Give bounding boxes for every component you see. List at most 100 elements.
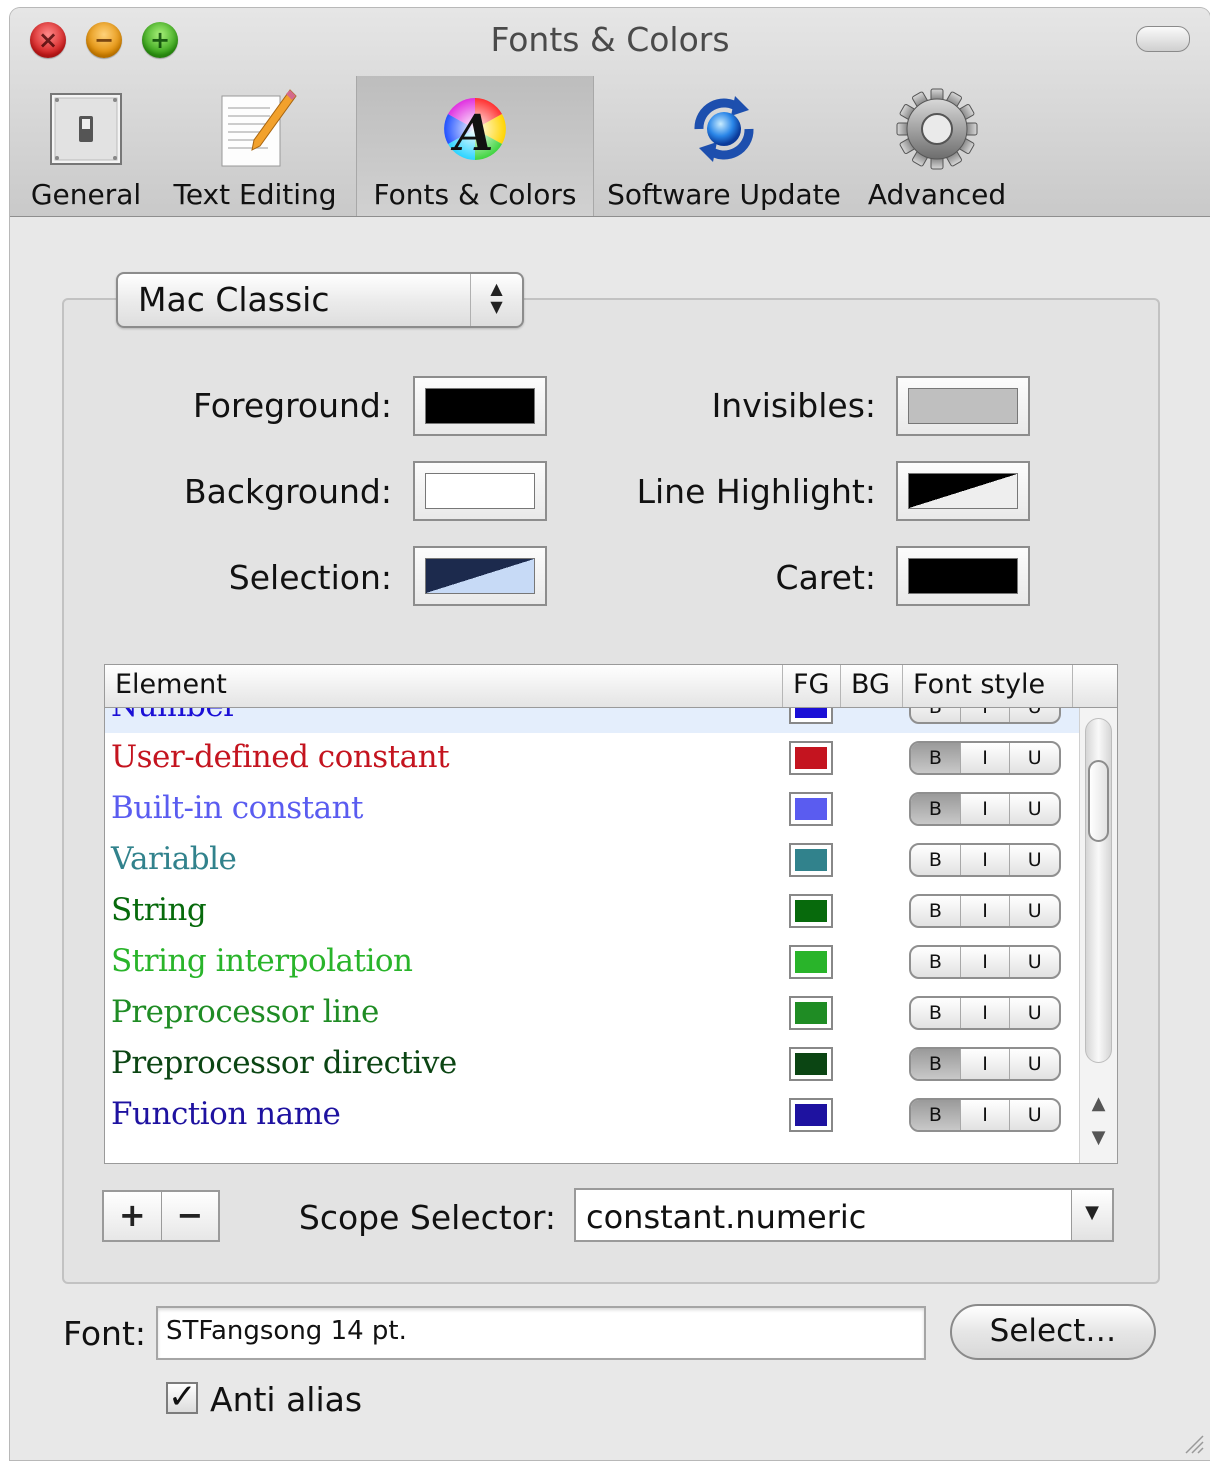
underline-toggle[interactable]: U <box>1010 845 1059 875</box>
table-row[interactable]: Number BIU <box>105 708 1079 733</box>
fg-color-well[interactable] <box>789 996 833 1030</box>
invisibles-color-well[interactable] <box>896 376 1030 436</box>
select-font-button[interactable]: Select… <box>950 1304 1156 1360</box>
table-row[interactable]: Preprocessor directive B I U <box>105 1039 1079 1090</box>
table-row[interactable]: Preprocessor line B I U <box>105 988 1079 1039</box>
italic-toggle[interactable]: I <box>961 708 1011 722</box>
font-field-value: STFangsong 14 pt. <box>166 1316 407 1346</box>
toolbar-label: General <box>30 178 142 211</box>
italic-toggle[interactable]: I <box>961 1100 1011 1130</box>
bold-toggle[interactable]: B <box>911 998 961 1028</box>
foreground-color-well[interactable] <box>413 376 547 436</box>
scope-selector-value[interactable]: constant.numeric <box>586 1198 866 1236</box>
italic-toggle[interactable]: I <box>961 845 1011 875</box>
italic-toggle[interactable]: I <box>961 947 1011 977</box>
underline-toggle[interactable]: U <box>1010 896 1059 926</box>
bold-toggle[interactable]: B <box>911 708 961 722</box>
underline-toggle[interactable]: U <box>1010 998 1059 1028</box>
scroll-thumb[interactable] <box>1088 760 1109 842</box>
table-row[interactable]: User-defined constant B I U <box>105 733 1079 784</box>
underline-toggle[interactable]: U <box>1010 708 1059 722</box>
anti-alias-label[interactable]: Anti alias <box>210 1380 362 1419</box>
scope-elements-table[interactable]: Element FG BG Font style NumberBIUUser-d… <box>104 664 1118 1164</box>
element-name: User-defined constant <box>111 739 450 775</box>
font-style-segmented-control: BIU <box>909 945 1061 979</box>
underline-toggle[interactable]: U <box>1010 794 1059 824</box>
element-name: Built-in constant <box>111 790 364 826</box>
bold-toggle[interactable]: B <box>911 896 961 926</box>
remove-scope-button[interactable]: − <box>162 1192 219 1240</box>
toolbar-label: Advanced <box>867 178 1007 211</box>
underline-toggle[interactable]: U <box>1010 947 1059 977</box>
table-row[interactable]: Built-in constant B I U <box>105 784 1079 835</box>
underline-toggle[interactable]: U <box>1010 1100 1059 1130</box>
toolbar-item-software-update[interactable]: Software Update <box>606 76 842 216</box>
table-row[interactable]: String interpolation B I U <box>105 937 1079 988</box>
font-field[interactable]: STFangsong 14 pt. <box>156 1306 926 1360</box>
scope-selector-combo[interactable]: constant.numeric ▼ <box>574 1188 1114 1242</box>
switch-icon <box>50 93 122 165</box>
title-bar: × − + Fonts & Colors General Text Editin… <box>10 8 1210 217</box>
toolbar-item-general[interactable]: General <box>26 76 146 216</box>
sync-globe-icon <box>694 96 754 162</box>
table-row[interactable]: String B I U <box>105 886 1079 937</box>
toolbar-item-fonts-colors[interactable]: A Fonts & Colors <box>356 76 594 216</box>
font-style-segmented-control: BIU <box>909 1098 1061 1132</box>
italic-toggle[interactable]: I <box>961 794 1011 824</box>
table-row[interactable]: Variable B I U <box>105 835 1079 886</box>
theme-popup-button[interactable]: Mac Classic ▲ ▼ <box>116 272 524 328</box>
table-row[interactable]: Function name B I U <box>105 1090 1079 1141</box>
line-highlight-swatch <box>908 473 1018 509</box>
toolbar-toggle-button[interactable] <box>1136 26 1190 52</box>
column-header-element[interactable]: Element <box>105 665 783 707</box>
bold-toggle[interactable]: B <box>911 845 961 875</box>
caret-color-well[interactable] <box>896 546 1030 606</box>
fg-color-well[interactable] <box>789 1098 833 1132</box>
scroll-up-arrow-icon[interactable]: ▲ <box>1080 1089 1117 1119</box>
fg-color-well[interactable] <box>789 708 833 724</box>
fg-color-well[interactable] <box>789 843 833 877</box>
bold-toggle[interactable]: B <box>911 947 961 977</box>
italic-toggle[interactable]: I <box>961 998 1011 1028</box>
toolbar-item-advanced[interactable]: Advanced <box>862 76 1012 216</box>
column-header-font-style[interactable]: Font style <box>903 665 1073 707</box>
element-name: String <box>111 892 207 928</box>
underline-toggle[interactable]: U <box>1010 1049 1059 1079</box>
bold-toggle[interactable]: B <box>911 1100 961 1130</box>
font-label: Font: <box>63 1314 146 1353</box>
invisibles-swatch <box>908 388 1018 424</box>
bold-toggle[interactable]: B <box>911 1049 961 1079</box>
background-color-well[interactable] <box>413 461 547 521</box>
invisibles-label: Invisibles: <box>711 386 876 425</box>
window-title: Fonts & Colors <box>490 20 730 59</box>
selection-label: Selection: <box>228 558 392 597</box>
bold-toggle[interactable]: B <box>911 794 961 824</box>
scroll-down-arrow-icon[interactable]: ▼ <box>1080 1123 1117 1153</box>
vertical-scrollbar[interactable]: ▲ ▼ <box>1079 708 1117 1163</box>
fg-color-well[interactable] <box>789 792 833 826</box>
theme-popup-value: Mac Classic <box>138 280 330 319</box>
fg-color-well[interactable] <box>789 894 833 928</box>
anti-alias-checkbox[interactable]: ✓ <box>166 1380 198 1414</box>
caret-label: Caret: <box>775 558 876 597</box>
line-highlight-color-well[interactable] <box>896 461 1030 521</box>
font-style-segmented-control: BIU <box>909 894 1061 928</box>
fg-color-well[interactable] <box>789 741 833 775</box>
preferences-window: × − + Fonts & Colors General Text Editin… <box>10 8 1210 1460</box>
resize-grip-icon[interactable] <box>1182 1432 1204 1454</box>
italic-toggle[interactable]: I <box>961 1049 1011 1079</box>
fg-color-well[interactable] <box>789 1047 833 1081</box>
add-remove-buttons: + − <box>102 1190 220 1242</box>
font-style-segmented-control: BIU <box>909 1047 1061 1081</box>
toolbar-item-text-editing[interactable]: Text Editing <box>160 76 350 216</box>
italic-toggle[interactable]: I <box>961 896 1011 926</box>
fg-color-well[interactable] <box>789 945 833 979</box>
selection-color-well[interactable] <box>413 546 547 606</box>
italic-toggle[interactable]: I <box>961 743 1011 773</box>
add-scope-button[interactable]: + <box>104 1192 162 1240</box>
chevron-down-icon[interactable]: ▼ <box>1071 1190 1112 1240</box>
bold-toggle[interactable]: B <box>911 743 961 773</box>
underline-toggle[interactable]: U <box>1010 743 1059 773</box>
column-header-bg[interactable]: BG <box>841 665 903 707</box>
column-header-fg[interactable]: FG <box>783 665 841 707</box>
